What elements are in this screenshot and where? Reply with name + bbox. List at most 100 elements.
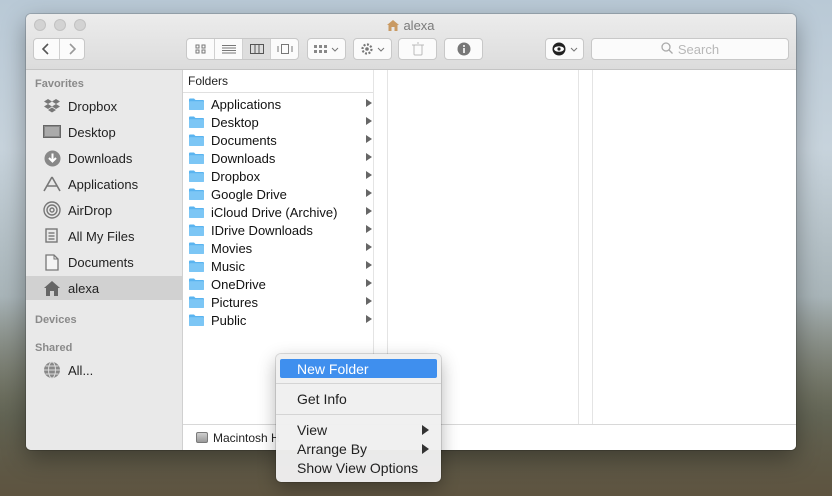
folder-icon (189, 260, 204, 272)
list-view-button[interactable] (215, 39, 243, 59)
folder-icon (189, 242, 204, 254)
action-button[interactable] (353, 38, 392, 60)
folder-name: Desktop (211, 114, 259, 130)
list-icon (221, 45, 236, 54)
menu-item-label: Arrange By (297, 440, 368, 457)
folder-name: Pictures (211, 294, 258, 310)
column-view-button[interactable] (243, 39, 271, 59)
folder-name: Downloads (211, 150, 276, 166)
folder-icon (189, 98, 204, 110)
window-title: alexa (26, 18, 796, 33)
sidebar-item-alexa[interactable]: alexa (26, 276, 182, 300)
sidebar-item-airdrop[interactable]: AirDrop (26, 198, 182, 222)
folder-icon (189, 188, 204, 200)
folder-row[interactable]: Documents (183, 131, 373, 149)
get-info-button[interactable] (444, 38, 483, 60)
trash-button[interactable] (398, 38, 437, 60)
home-icon (42, 279, 62, 297)
dropbox-icon (42, 97, 62, 115)
folder-icon (189, 152, 204, 164)
sidebar-item-downloads[interactable]: Downloads (26, 146, 182, 170)
folder-row[interactable]: Movies (183, 239, 373, 257)
sidebar-item-all-shared[interactable]: All... (26, 358, 182, 382)
folder-name: Google Drive (211, 186, 287, 202)
menu-item-show-view-options[interactable]: Show View Options (280, 458, 437, 477)
submenu-arrow-icon (422, 425, 429, 435)
eye-icon (552, 42, 565, 56)
folder-row[interactable]: Pictures (183, 293, 373, 311)
search-placeholder: Search (677, 41, 720, 57)
folder-row[interactable]: iCloud Drive (Archive) (183, 203, 373, 221)
folder-name: Documents (211, 132, 277, 148)
group-by-button[interactable] (307, 38, 346, 60)
folder-row[interactable]: Downloads (183, 149, 373, 167)
sidebar-item-desktop[interactable]: Desktop (26, 120, 182, 144)
cover-flow-button[interactable] (271, 39, 298, 59)
menu-item-get-info[interactable]: Get Info (280, 389, 437, 408)
sidebar-item-label: Dropbox (68, 98, 118, 114)
path-disk-label[interactable]: Macintosh H (213, 431, 280, 445)
menu-item-view[interactable]: View (280, 420, 437, 439)
documents-icon (42, 253, 62, 271)
applications-icon (42, 175, 62, 193)
title-bar: alexa Search (26, 14, 796, 70)
chevron-down-icon (570, 47, 577, 52)
icon-view-button[interactable] (187, 39, 215, 59)
disclosure-arrow-icon (366, 135, 372, 143)
column-header: Folders (183, 70, 373, 93)
path-bar: Macintosh H (183, 424, 796, 450)
sidebar-item-label: AirDrop (68, 202, 113, 218)
home-icon (387, 20, 400, 31)
menu-item-new-folder[interactable]: New Folder (280, 359, 437, 378)
folder-name: Applications (211, 96, 282, 112)
submenu-arrow-icon (422, 444, 429, 454)
sidebar: Favorites Dropbox Desktop Downloads Appl… (26, 70, 183, 450)
search-field[interactable]: Search (591, 38, 789, 60)
folder-list: Applications Desktop Documents Downloads Dro… (183, 93, 373, 329)
trash-icon (411, 42, 424, 56)
column-divider[interactable] (578, 70, 579, 425)
folder-icon (189, 314, 204, 326)
folder-row[interactable]: Music (183, 257, 373, 275)
folder-name: iCloud Drive (Archive) (211, 204, 338, 220)
folder-row[interactable]: Applications (183, 95, 373, 113)
disclosure-arrow-icon (366, 189, 372, 197)
folder-name: Movies (211, 240, 253, 256)
downloads-icon (42, 149, 62, 167)
chevron-down-icon (377, 47, 385, 52)
airdrop-icon (42, 201, 62, 219)
folder-row[interactable]: Google Drive (183, 185, 373, 203)
context-menu: New Folder Get Info View Arrange By Show… (276, 354, 441, 482)
back-button[interactable] (34, 39, 60, 59)
folder-icon (189, 296, 204, 308)
sidebar-item-label: Applications (68, 176, 139, 192)
disclosure-arrow-icon (366, 225, 372, 233)
folder-row[interactable]: Desktop (183, 113, 373, 131)
column-divider[interactable] (592, 70, 593, 425)
sidebar-item-documents[interactable]: Documents (26, 250, 182, 274)
view-mode-control (186, 38, 299, 60)
sidebar-item-applications[interactable]: Applications (26, 172, 182, 196)
sidebar-item-label: All My Files (68, 228, 135, 244)
forward-button[interactable] (60, 39, 85, 59)
disclosure-arrow-icon (366, 99, 372, 107)
chevron-right-icon (69, 43, 76, 55)
grid-icon (195, 44, 205, 54)
folder-row[interactable]: Dropbox (183, 167, 373, 185)
sidebar-item-label: alexa (68, 280, 100, 296)
sidebar-item-all-my-files[interactable]: All My Files (26, 224, 182, 248)
disclosure-arrow-icon (366, 117, 372, 125)
folder-icon (189, 134, 204, 146)
folder-icon (189, 206, 204, 218)
sidebar-heading-shared: Shared (35, 342, 73, 354)
folder-row[interactable]: OneDrive (183, 275, 373, 293)
gear-icon (361, 43, 373, 55)
sidebar-heading-favorites: Favorites (35, 78, 84, 90)
folder-row[interactable]: IDrive Downloads (183, 221, 373, 239)
folder-row[interactable]: Public (183, 311, 373, 329)
quick-look-button[interactable] (545, 38, 584, 60)
folder-name: Music (211, 258, 245, 274)
menu-item-arrange-by[interactable]: Arrange By (280, 439, 437, 458)
menu-item-label: View (297, 421, 328, 438)
sidebar-item-dropbox[interactable]: Dropbox (26, 94, 182, 118)
